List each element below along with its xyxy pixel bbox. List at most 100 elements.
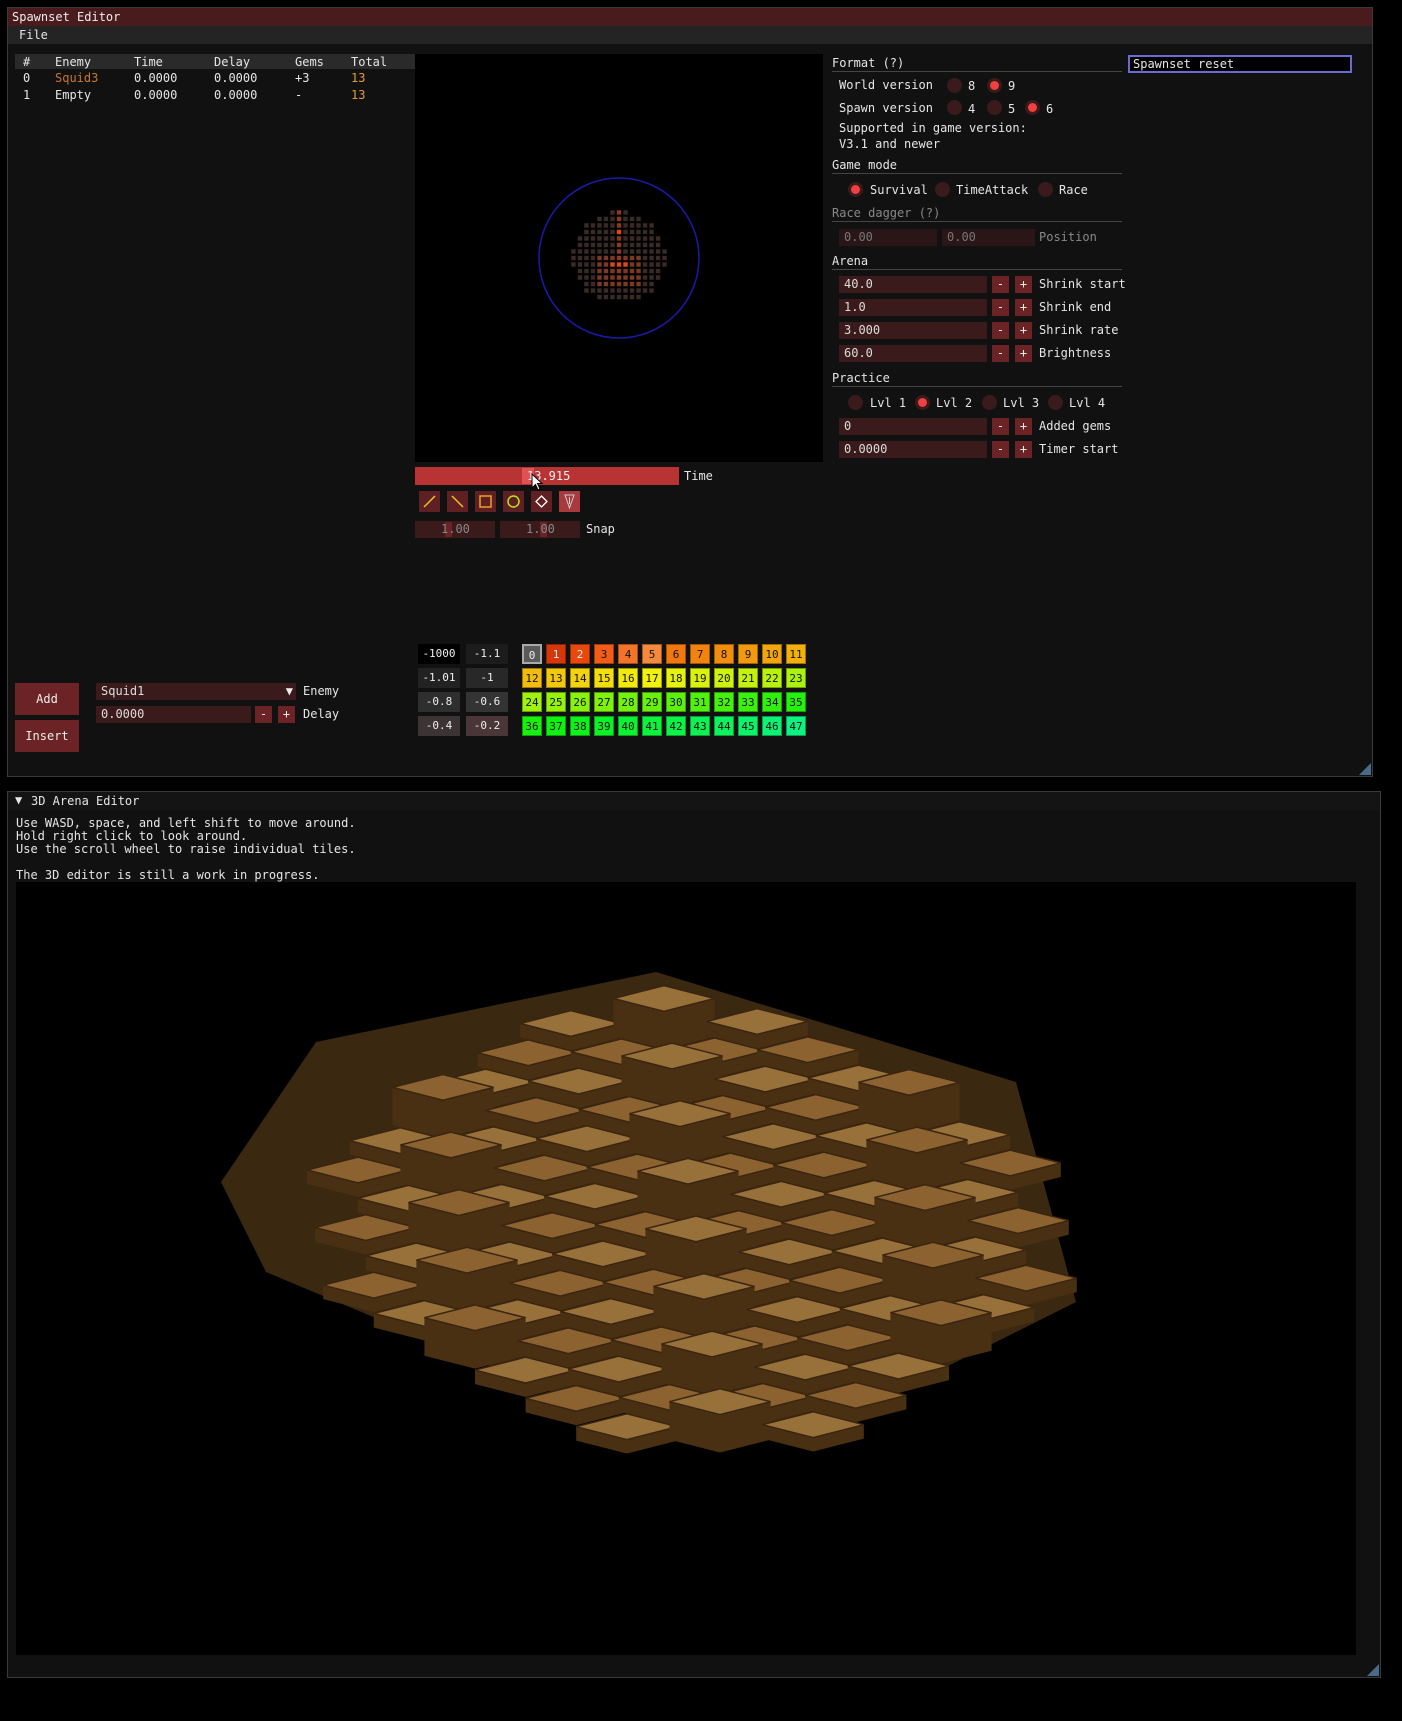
bucket-tool-button[interactable]	[531, 491, 552, 512]
shrink-start-minus-button[interactable]: -	[992, 276, 1009, 293]
spawn-version-4-radio[interactable]	[947, 100, 962, 115]
height-tile[interactable]: 46	[762, 716, 782, 736]
pencil-tool-button[interactable]	[419, 491, 440, 512]
height-tile[interactable]: 5	[642, 644, 662, 664]
height-tile[interactable]: 16	[618, 668, 638, 688]
height-tile[interactable]: 33	[738, 692, 758, 712]
height-tile[interactable]: 37	[546, 716, 566, 736]
timer-start-input[interactable]: 0.0000	[839, 441, 987, 458]
height-tile[interactable]: 8	[714, 644, 734, 664]
mode-survival-radio[interactable]	[848, 182, 863, 197]
world-version-8-radio[interactable]	[947, 78, 962, 93]
add-button[interactable]: Add	[15, 683, 79, 715]
height-tile[interactable]: 2	[570, 644, 590, 664]
height-tile[interactable]: 28	[618, 692, 638, 712]
brightness-plus-button[interactable]: +	[1015, 345, 1032, 362]
arena-3d-viewport[interactable]	[16, 882, 1356, 1655]
spawn-version-5-radio[interactable]	[987, 100, 1002, 115]
height-tile[interactable]: 27	[594, 692, 614, 712]
height-tile[interactable]: 39	[594, 716, 614, 736]
shrink-rate-minus-button[interactable]: -	[992, 322, 1009, 339]
height-tile[interactable]: 31	[690, 692, 710, 712]
height-tile[interactable]: 3	[594, 644, 614, 664]
height-tile[interactable]: 14	[570, 668, 590, 688]
height-special-tile[interactable]: -1	[466, 668, 508, 688]
shrink-start-plus-button[interactable]: +	[1015, 276, 1032, 293]
height-tile[interactable]: 41	[642, 716, 662, 736]
level-1-radio[interactable]	[848, 395, 863, 410]
height-tile[interactable]: 38	[570, 716, 590, 736]
level-3-radio[interactable]	[982, 395, 997, 410]
height-tile[interactable]: 19	[690, 668, 710, 688]
table-row[interactable]: 1 Empty 0.0000 0.0000 - 13	[15, 87, 415, 103]
height-tile[interactable]: 15	[594, 668, 614, 688]
level-2-radio[interactable]	[915, 395, 930, 410]
snap-y-input[interactable]: 1.00	[500, 521, 580, 538]
insert-button[interactable]: Insert	[15, 720, 79, 752]
enemy-select[interactable]: Squid1 ▼	[96, 683, 296, 700]
delay-minus-button[interactable]: -	[255, 706, 272, 723]
arena-canvas[interactable]	[415, 54, 823, 462]
height-special-tile[interactable]: -0.8	[418, 692, 460, 712]
height-tile[interactable]: 1	[546, 644, 566, 664]
added-gems-minus-button[interactable]: -	[992, 418, 1009, 435]
height-tile[interactable]: 36	[522, 716, 542, 736]
height-tile[interactable]: 10	[762, 644, 782, 664]
delay-plus-button[interactable]: +	[278, 706, 295, 723]
height-tile[interactable]: 40	[618, 716, 638, 736]
height-tile[interactable]: 21	[738, 668, 758, 688]
height-tile[interactable]: 32	[714, 692, 734, 712]
mode-timeattack-radio[interactable]	[935, 182, 950, 197]
height-special-tile[interactable]: -1.01	[418, 668, 460, 688]
resize-grip[interactable]	[1367, 1664, 1379, 1676]
spawn-version-6-radio[interactable]	[1025, 100, 1040, 115]
brightness-minus-button[interactable]: -	[992, 345, 1009, 362]
height-special-tile[interactable]: -0.6	[466, 692, 508, 712]
added-gems-input[interactable]: 0	[839, 418, 987, 435]
height-special-tile[interactable]: -0.4	[418, 716, 460, 736]
height-tile[interactable]: 17	[642, 668, 662, 688]
brightness-input[interactable]: 60.0	[839, 345, 987, 362]
height-tile[interactable]: 43	[690, 716, 710, 736]
table-row[interactable]: 0 Squid3 0.0000 0.0000 +3 13	[15, 70, 415, 86]
height-special-tile[interactable]: -1000	[418, 644, 460, 664]
height-tile[interactable]: 35	[786, 692, 806, 712]
rectangle-tool-button[interactable]	[475, 491, 496, 512]
dagger-tool-button[interactable]	[559, 491, 580, 512]
height-tile[interactable]: 20	[714, 668, 734, 688]
shrink-end-plus-button[interactable]: +	[1015, 299, 1032, 316]
height-tile[interactable]: 12	[522, 668, 542, 688]
menu-file[interactable]: File	[19, 26, 48, 44]
triangle-down-icon[interactable]: ▼	[15, 793, 22, 807]
line-tool-button[interactable]	[447, 491, 468, 512]
height-tile[interactable]: 45	[738, 716, 758, 736]
shrink-rate-plus-button[interactable]: +	[1015, 322, 1032, 339]
time-slider[interactable]: 13.915	[415, 467, 679, 485]
height-tile[interactable]: 42	[666, 716, 686, 736]
shrink-start-input[interactable]: 40.0	[839, 276, 987, 293]
height-tile[interactable]: 25	[546, 692, 566, 712]
height-special-tile[interactable]: -1.1	[466, 644, 508, 664]
level-4-radio[interactable]	[1048, 395, 1063, 410]
height-tile[interactable]: 24	[522, 692, 542, 712]
height-tile[interactable]: 30	[666, 692, 686, 712]
height-tile[interactable]: 26	[570, 692, 590, 712]
height-special-tile[interactable]: -0.2	[466, 716, 508, 736]
height-tile[interactable]: 6	[666, 644, 686, 664]
height-tile[interactable]: 7	[690, 644, 710, 664]
delay-input[interactable]: 0.0000	[96, 706, 251, 723]
race-dagger-label[interactable]: Race dagger (?)	[832, 206, 940, 220]
height-tile[interactable]: 9	[738, 644, 758, 664]
shrink-rate-input[interactable]: 3.000	[839, 322, 987, 339]
height-tile[interactable]: 0	[522, 644, 542, 664]
shrink-end-input[interactable]: 1.0	[839, 299, 987, 316]
resize-grip[interactable]	[1359, 763, 1371, 775]
height-tile[interactable]: 22	[762, 668, 782, 688]
height-tile[interactable]: 29	[642, 692, 662, 712]
mode-race-radio[interactable]	[1038, 182, 1053, 197]
height-tile[interactable]: 23	[786, 668, 806, 688]
height-tile[interactable]: 44	[714, 716, 734, 736]
world-version-9-radio[interactable]	[987, 78, 1002, 93]
timer-start-minus-button[interactable]: -	[992, 441, 1009, 458]
ellipse-tool-button[interactable]	[503, 491, 524, 512]
